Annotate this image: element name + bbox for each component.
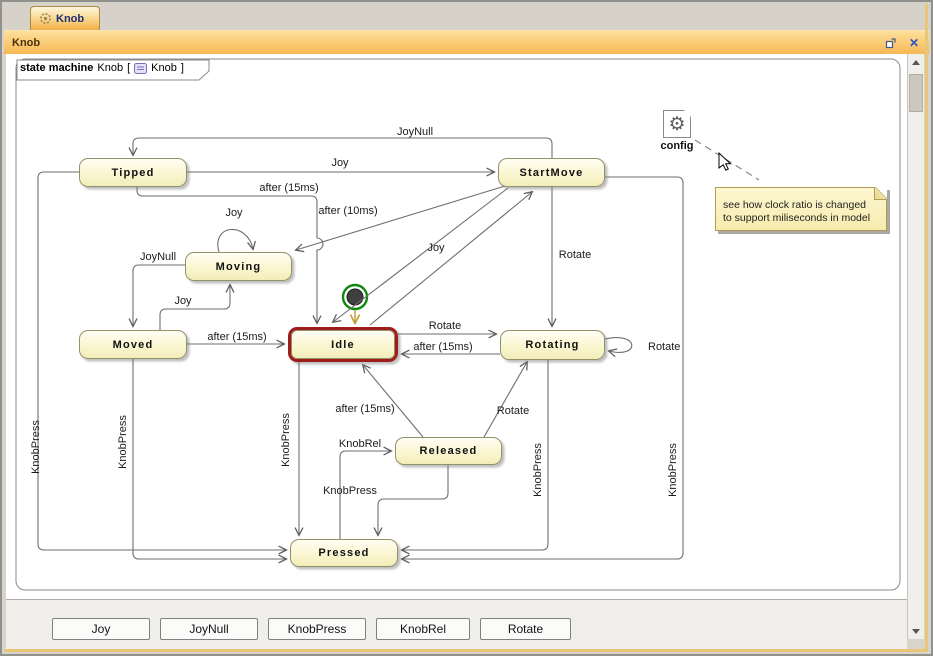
config-gear-icon[interactable]: ⚙ (663, 110, 691, 138)
transition-label-t14[interactable]: Rotate (648, 341, 680, 353)
transition-label-t2[interactable]: Joy (331, 157, 349, 169)
frame-header: state machine Knob [ Knob ] (20, 62, 184, 74)
window-title: Knob (4, 37, 885, 49)
scroll-down-arrow-icon[interactable] (909, 623, 923, 639)
sim-button-rotate[interactable]: Rotate (480, 618, 571, 640)
sim-button-joy[interactable]: Joy (52, 618, 150, 640)
sim-button-knobrel[interactable]: KnobRel (376, 618, 470, 640)
close-icon[interactable]: ✕ (909, 37, 919, 49)
scroll-up-arrow-icon[interactable] (909, 54, 923, 70)
state-pressed[interactable]: Pressed (290, 539, 398, 567)
simulation-button-panel: Joy JoyNull KnobPress KnobRel Rotate (6, 599, 907, 650)
note-line-1: see how clock ratio is changed (723, 199, 886, 212)
diagram-ref-icon (134, 63, 147, 74)
frame-name: Knob (97, 62, 123, 74)
vertical-scrollbar[interactable] (907, 54, 924, 639)
transition-label-t23[interactable]: KnobPress (667, 443, 679, 497)
comment-note[interactable]: see how clock ratio is changed to suppor… (715, 187, 887, 231)
transition-label-t15[interactable]: KnobPress (280, 413, 292, 467)
frame-stereotype: state machine (20, 62, 93, 74)
sim-button-joynull[interactable]: JoyNull (160, 618, 258, 640)
scrollbar-thumb[interactable] (909, 74, 923, 112)
transition-label-t16[interactable]: KnobRel (339, 438, 381, 450)
transition-label-t1[interactable]: JoyNull (397, 126, 433, 138)
transition-label-t7[interactable]: Joy (225, 207, 243, 219)
diagram-canvas[interactable]: JoyNullJoyafter (15ms)after (10ms)JoyJoy… (6, 54, 907, 599)
application-window: Knob Knob ✕ (0, 0, 933, 656)
state-released[interactable]: Released (395, 437, 502, 465)
tab-bar: Knob (2, 2, 931, 30)
transition-label-t12[interactable]: after (15ms) (413, 341, 472, 353)
state-rotating[interactable]: Rotating (500, 330, 605, 360)
transition-label-t19[interactable]: Rotate (497, 405, 529, 417)
note-line-2: to support miliseconds in model (723, 212, 886, 225)
note-fold-corner (874, 187, 887, 200)
window-gold-border-right (925, 4, 928, 652)
state-idle[interactable]: Idle (288, 327, 398, 362)
tab-label: Knob (56, 13, 84, 25)
state-tipped[interactable]: Tipped (79, 158, 187, 187)
transition-label-t6[interactable]: Joy (427, 242, 445, 254)
transition-label-t18[interactable]: after (15ms) (335, 403, 394, 415)
transition-label-t22[interactable]: KnobPress (532, 443, 544, 497)
transition-label-t3[interactable]: after (15ms) (259, 182, 318, 194)
transition-label-t13[interactable]: Rotate (559, 249, 591, 261)
sim-button-knobpress[interactable]: KnobPress (268, 618, 366, 640)
transition-label-t11[interactable]: Rotate (429, 320, 461, 332)
transition-label-t10[interactable]: after (15ms) (207, 331, 266, 343)
statemachine-diagram-icon (39, 12, 52, 25)
window-restore-icon[interactable] (885, 37, 897, 49)
state-moved[interactable]: Moved (79, 330, 187, 359)
transition-label-t8[interactable]: JoyNull (140, 251, 176, 263)
transition-label-t17[interactable]: KnobPress (323, 485, 377, 497)
state-moving[interactable]: Moving (185, 252, 292, 281)
tab-knob[interactable]: Knob (30, 6, 100, 30)
frame-ref-name: Knob (151, 62, 177, 74)
config-label: config (655, 140, 699, 152)
transition-label-t9[interactable]: Joy (174, 295, 192, 307)
window-gold-border-bottom (4, 649, 925, 652)
transition-label-t4[interactable]: after (10ms) (318, 205, 377, 217)
transition-label-t20[interactable]: KnobPress (30, 420, 42, 474)
frame-open-bracket: [ (127, 62, 130, 74)
transition-label-t21[interactable]: KnobPress (117, 415, 129, 469)
title-bar: Knob ✕ (4, 30, 929, 54)
state-startmove[interactable]: StartMove (498, 158, 605, 187)
frame-close-bracket: ] (181, 62, 184, 74)
